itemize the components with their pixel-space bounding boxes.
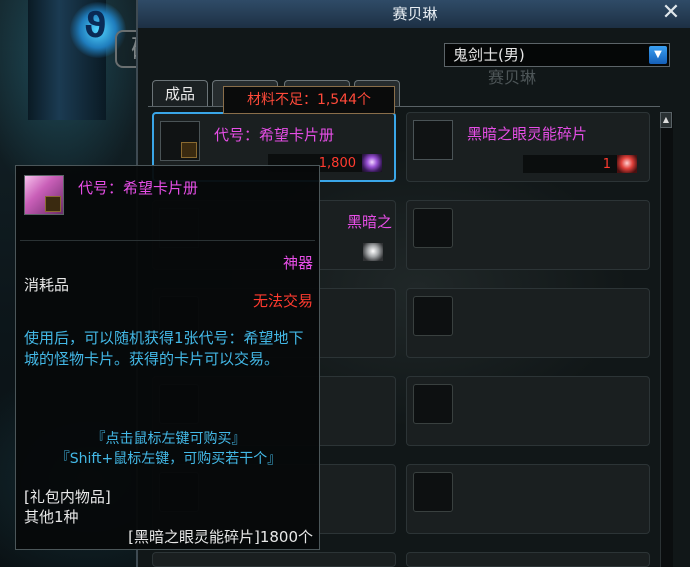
empty-icon-frame [413, 384, 453, 424]
empty-slot[interactable] [406, 464, 650, 534]
tooltip-rarity: 神器 [282, 254, 313, 272]
window-titlebar: 赛贝琳 ✕ [138, 0, 690, 29]
empty-slot[interactable] [406, 200, 650, 270]
item-name: 黑暗之 [347, 213, 393, 231]
item-name: 黑暗之眼灵能碎片 [467, 125, 588, 143]
shard-currency-icon [362, 154, 382, 172]
item-tooltip: 代号：希望卡片册 神器 消耗品 无法交易 使用后，可以随机获得1张代号：希望地下… [15, 165, 320, 550]
empty-icon-frame [413, 296, 453, 336]
empty-slot[interactable] [406, 376, 650, 446]
dark-eye-shard-icon [413, 120, 453, 160]
insufficient-material-warning: 材料不足：1,544个 [223, 86, 395, 114]
tooltip-package-header: [礼包内物品] [24, 488, 111, 506]
item-price: 1,800 [318, 156, 356, 171]
card-book-icon [160, 121, 200, 161]
tooltip-hint-shift: 『Shift+鼠标左键，可购买若干个』 [55, 451, 282, 467]
empty-icon-frame [413, 208, 453, 248]
empty-slot[interactable] [152, 552, 396, 567]
tooltip-type: 消耗品 [24, 276, 70, 294]
bundle-mark-icon [45, 196, 61, 212]
empty-icon-frame [413, 472, 453, 512]
class-select-value: 鬼剑士(男) [453, 46, 525, 64]
red-gem-currency-icon [617, 155, 637, 173]
window-title: 赛贝琳 [392, 5, 438, 23]
npc-name-faded: 赛贝琳 [488, 68, 537, 87]
close-button[interactable]: ✕ [660, 2, 682, 24]
tooltip-divider [20, 240, 315, 241]
glyph-mark-icon: ϑ [84, 6, 107, 46]
tooltip-description: 使用后，可以随机获得1张代号：希望地下城的怪物卡片。获得的卡片可以交易。 [24, 329, 304, 368]
bundle-mark-icon [181, 142, 197, 158]
tooltip-hint-click: 『点击鼠标左键可购买』 [91, 431, 246, 447]
class-select[interactable]: 鬼剑士(男) ▼ [444, 43, 670, 67]
empty-slot[interactable] [406, 288, 650, 358]
tooltip-trade-status: 无法交易 [252, 292, 313, 310]
tab-finished[interactable]: 成品 [152, 80, 208, 106]
scroll-up-button[interactable]: ▲ [660, 112, 672, 128]
scrollbar[interactable] [660, 112, 673, 567]
tooltip-title: 代号：希望卡片册 [78, 179, 199, 197]
tooltip-package-material: [黑暗之眼灵能碎片]1800个 [128, 528, 313, 546]
item-name: 代号：希望卡片册 [214, 126, 335, 144]
chevron-down-icon[interactable]: ▼ [649, 46, 667, 64]
grey-gem-currency-icon [363, 243, 383, 261]
item-slot-dark-eye-shard[interactable]: 黑暗之眼灵能碎片 1 [406, 112, 650, 182]
item-price: 1 [602, 157, 611, 172]
empty-slot[interactable] [406, 552, 650, 567]
card-book-icon [24, 175, 64, 215]
tooltip-package-other: 其他1种 [24, 508, 79, 526]
